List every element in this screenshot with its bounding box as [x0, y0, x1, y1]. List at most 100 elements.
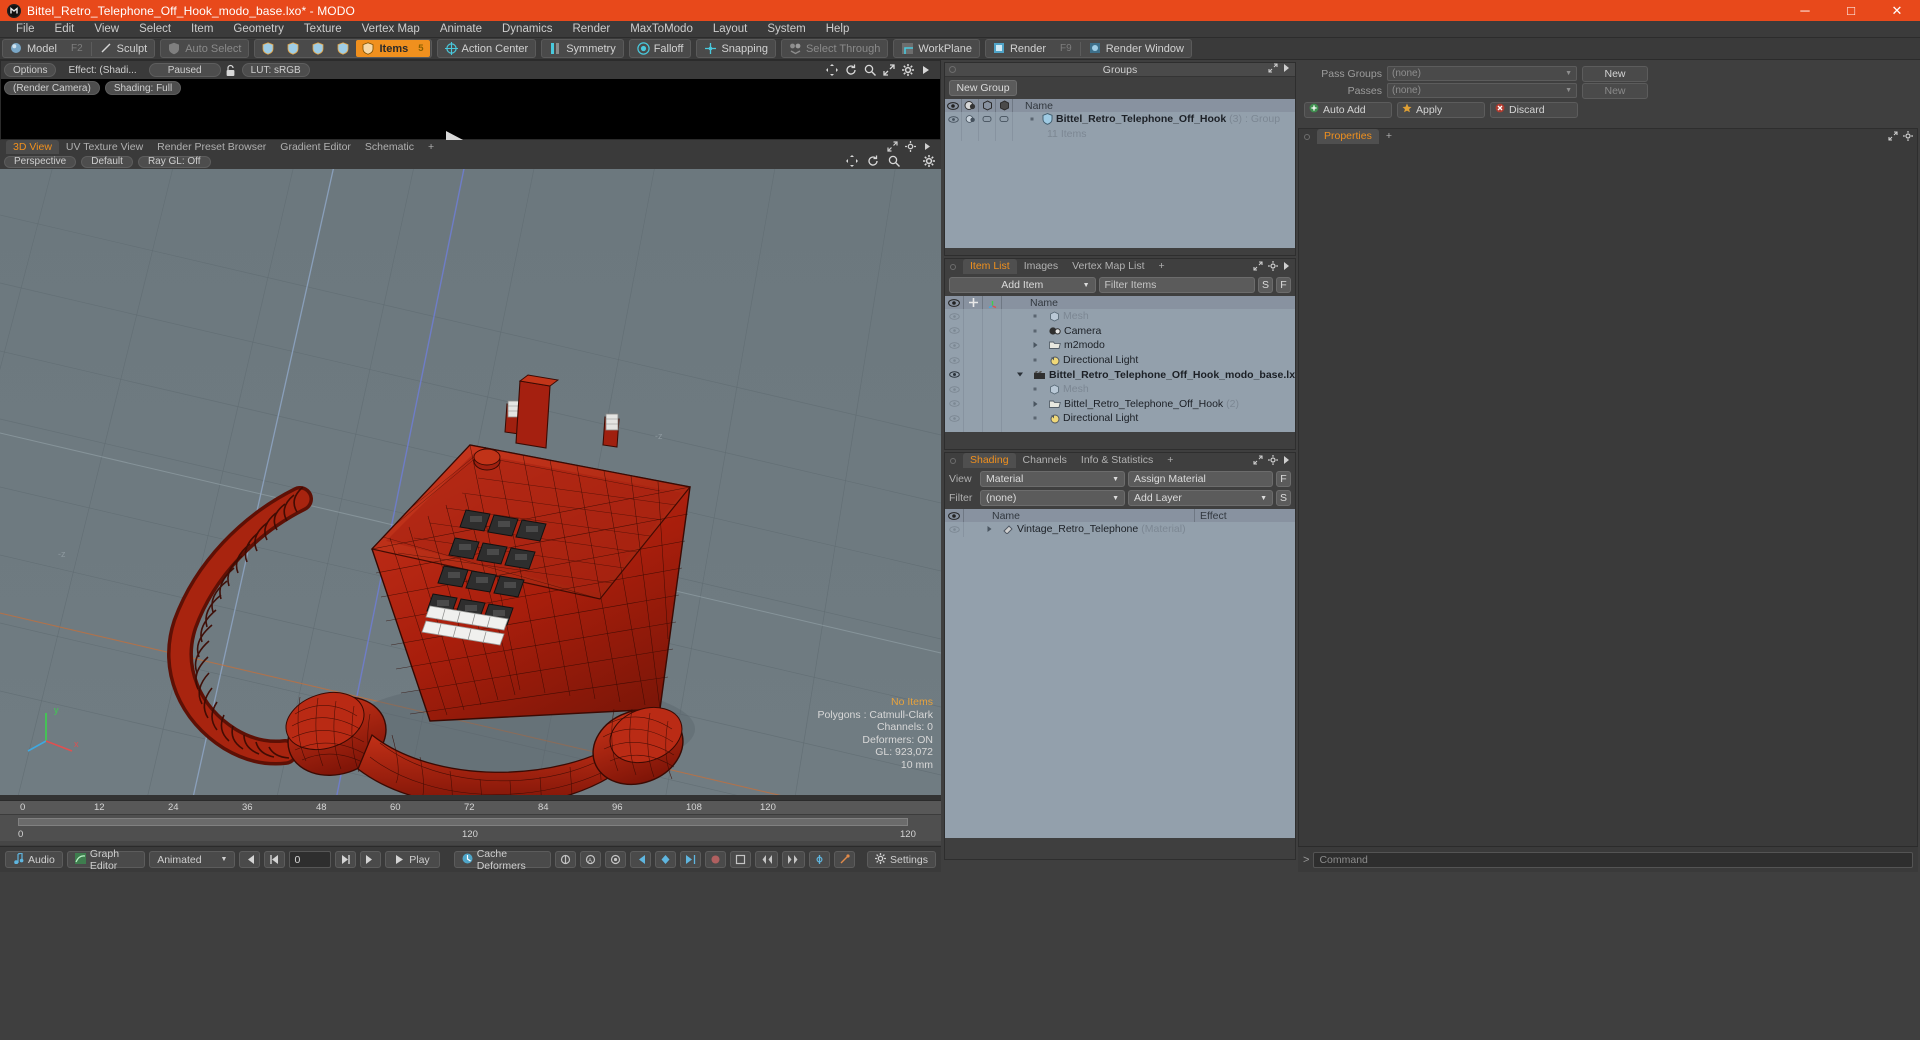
viewport-menu-icon[interactable]	[923, 141, 936, 154]
maximize-panel-icon[interactable]	[1253, 455, 1263, 468]
filter-dropdown[interactable]: (none) ▼	[980, 490, 1125, 506]
row-visibility-toggle[interactable]	[945, 352, 964, 368]
auto-add-button[interactable]: Auto Add	[1304, 101, 1392, 118]
table-row[interactable]: m2modo	[945, 338, 1295, 353]
viewport-tab-schematic[interactable]: Schematic	[358, 140, 421, 154]
render-button[interactable]: Render F9	[987, 40, 1078, 57]
mode-model-button[interactable]: Model F2	[4, 40, 89, 57]
pan-icon[interactable]	[826, 64, 839, 77]
menu-item-system[interactable]: System	[757, 21, 815, 38]
close-button[interactable]: ✕	[1874, 0, 1920, 21]
maximize-panel-icon[interactable]	[1268, 63, 1278, 76]
column-select[interactable]	[996, 99, 1013, 112]
command-input[interactable]: Command	[1313, 851, 1913, 868]
expand-arrow-icon[interactable]	[986, 525, 1000, 533]
viewport-tab-render-preset-browser[interactable]: Render Preset Browser	[150, 140, 273, 154]
key-selected-button[interactable]	[730, 851, 752, 868]
table-row[interactable]: 11 Items	[945, 126, 1295, 142]
viewport-tab--[interactable]: +	[421, 140, 441, 154]
shading-style-button[interactable]: Default	[81, 155, 133, 168]
row-visibility-toggle[interactable]	[945, 522, 964, 537]
key-mode-button[interactable]	[605, 851, 627, 868]
viewport-tab-3d-view[interactable]: 3D View	[6, 140, 59, 154]
row-cell[interactable]	[979, 126, 996, 142]
settings-button[interactable]: Settings	[867, 851, 936, 868]
add-item-button[interactable]: Add Item ▼	[949, 277, 1096, 293]
step-back-button[interactable]	[264, 851, 286, 868]
table-row[interactable]: Mesh	[945, 381, 1295, 397]
row-transform-cell[interactable]	[983, 309, 1002, 324]
snapping-button[interactable]: Snapping	[698, 40, 774, 57]
row-lock-cell[interactable]	[964, 338, 983, 353]
properties-tab-properties[interactable]: Properties	[1317, 129, 1379, 144]
row-visibility-toggle[interactable]	[945, 381, 964, 397]
viewport-settings-gear-icon[interactable]	[923, 155, 936, 168]
row-visibility-toggle[interactable]	[945, 367, 964, 382]
row-transform-cell[interactable]	[983, 396, 1002, 412]
gear-icon[interactable]	[1903, 131, 1913, 144]
row-lock-cell[interactable]	[964, 381, 983, 397]
item-list-f-button[interactable]: F	[1276, 277, 1291, 293]
row-cell[interactable]	[979, 112, 996, 127]
preview-paused-button[interactable]: Paused	[148, 63, 221, 77]
lock-icon[interactable]	[225, 64, 238, 77]
cache-deformers-button[interactable]: Cache Deformers	[453, 848, 552, 872]
column-visibility[interactable]	[945, 99, 962, 112]
panel-menu-icon[interactable]	[1283, 261, 1291, 274]
row-effect-cell[interactable]	[1195, 522, 1295, 537]
row-transform-cell[interactable]	[983, 338, 1002, 353]
shading-tab-info-statistics[interactable]: Info & Statistics	[1074, 453, 1160, 468]
row-visibility-toggle[interactable]	[945, 411, 964, 426]
menu-item-maxtomodo[interactable]: MaxToModo	[620, 21, 703, 38]
properties-tab--[interactable]: +	[1379, 129, 1399, 144]
panel-menu-icon[interactable]	[1283, 63, 1291, 76]
viewport-canvas[interactable]: -z -z y x No Items Polygons: Catmull-Cl…	[0, 169, 941, 795]
passes-dropdown[interactable]: (none) ▼	[1387, 83, 1577, 98]
viewport-tab-uv-texture-view[interactable]: UV Texture View	[59, 140, 150, 154]
expand-arrow-icon[interactable]	[1032, 357, 1046, 363]
raygl-button[interactable]: Ray GL: Off	[137, 155, 211, 168]
vertex-mode-button[interactable]	[256, 40, 281, 57]
table-row[interactable]: Directional Light	[945, 352, 1295, 368]
item-list-tab--[interactable]: +	[1152, 259, 1172, 274]
polygon-mode-button[interactable]	[306, 40, 331, 57]
action-center-button[interactable]: Action Center	[439, 40, 535, 57]
mode-sculpt-button[interactable]: Sculpt	[94, 40, 154, 57]
audio-button[interactable]: Audio	[5, 851, 63, 868]
current-frame-field[interactable]: 0	[289, 851, 332, 868]
menu-item-geometry[interactable]: Geometry	[223, 21, 294, 38]
key-in-button[interactable]	[809, 851, 831, 868]
panel-menu-icon[interactable]	[921, 64, 934, 77]
pan-icon[interactable]	[846, 155, 859, 168]
workplane-button[interactable]: WorkPlane	[895, 40, 978, 57]
panel-menu-icon[interactable]	[1283, 455, 1291, 468]
expand-arrow-icon[interactable]	[1016, 371, 1030, 379]
menu-item-texture[interactable]: Texture	[294, 21, 352, 38]
item-list-body[interactable]: Mesh Camera m2modo Directional Light Bittel_…	[945, 309, 1295, 432]
auto-key-button[interactable]: A	[580, 851, 602, 868]
panel-dot-icon[interactable]	[949, 66, 956, 73]
row-cell[interactable]	[996, 112, 1013, 127]
row-visibility-toggle[interactable]	[945, 338, 964, 353]
viewport-tab-gradient-editor[interactable]: Gradient Editor	[273, 140, 358, 154]
expand-arrow-icon[interactable]	[1029, 116, 1039, 122]
row-lock-cell[interactable]	[964, 309, 983, 324]
row-transform-cell[interactable]	[983, 352, 1002, 368]
table-row[interactable]: Bittel_Retro_Telephone_Off_Hook (3): Grou…	[945, 112, 1295, 127]
menu-item-layout[interactable]: Layout	[703, 21, 758, 38]
menu-item-dynamics[interactable]: Dynamics	[492, 21, 562, 38]
timeline-ruler[interactable]: 0 12 24 36 48 60 72 84 96 108 120	[0, 801, 941, 815]
material-mode-button[interactable]	[331, 40, 356, 57]
item-list-tab-item-list[interactable]: Item List	[963, 259, 1017, 274]
shading-tab--[interactable]: +	[1160, 453, 1180, 468]
expand-arrow-icon[interactable]	[1032, 341, 1046, 349]
maximize-panel-icon[interactable]	[1888, 131, 1898, 144]
add-layer-dropdown[interactable]: Add Layer ▼	[1128, 490, 1273, 506]
row-transform-cell[interactable]	[983, 323, 1002, 339]
row-lock-cell[interactable]	[964, 411, 983, 426]
apply-button[interactable]: Apply	[1397, 101, 1485, 118]
gear-icon[interactable]	[1268, 261, 1278, 274]
viewport-gear-icon[interactable]	[905, 141, 918, 154]
select-through-button[interactable]: Select Through	[783, 40, 886, 57]
panel-dot-icon[interactable]	[1304, 134, 1310, 140]
